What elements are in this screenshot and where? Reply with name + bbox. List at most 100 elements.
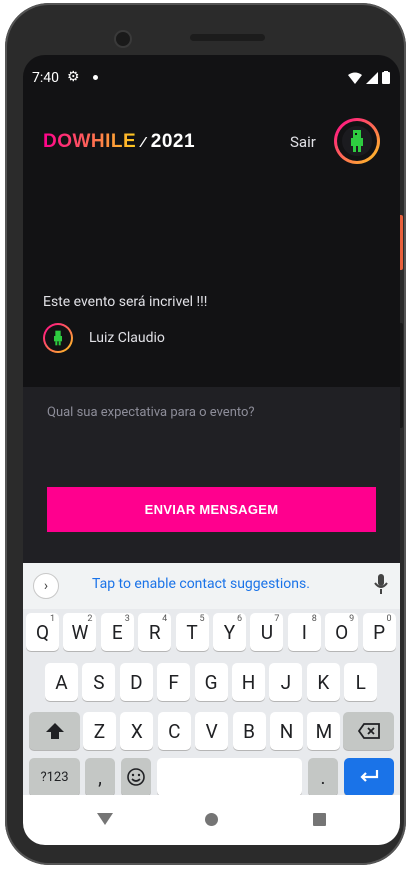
enter-key[interactable] bbox=[344, 758, 394, 796]
backspace-key[interactable] bbox=[343, 712, 394, 750]
key-number-hint: 1 bbox=[49, 614, 55, 624]
key-letter: U bbox=[260, 620, 274, 644]
key-x[interactable]: X bbox=[120, 712, 154, 750]
key-number-hint: 2 bbox=[87, 614, 93, 624]
phone-frame: 7:40 ⚙ DOWHILE ⁄ 2021 Sair Este evento s… bbox=[5, 3, 406, 865]
front-camera bbox=[116, 32, 130, 46]
backspace-icon bbox=[357, 723, 380, 739]
earpiece-speaker bbox=[190, 34, 265, 41]
key-number-hint: 5 bbox=[199, 614, 205, 624]
message-text: Este evento será incrivel !!! bbox=[43, 294, 208, 310]
key-y[interactable]: Y6 bbox=[213, 613, 246, 651]
comma-key[interactable]: , bbox=[85, 758, 115, 796]
space-key[interactable] bbox=[157, 758, 302, 796]
shift-key[interactable] bbox=[29, 712, 80, 750]
key-j[interactable]: J bbox=[269, 663, 303, 701]
key-i[interactable]: I8 bbox=[287, 613, 321, 651]
key-number-hint: 7 bbox=[274, 614, 280, 624]
key-number-hint: 4 bbox=[162, 614, 168, 624]
status-icons bbox=[348, 71, 390, 84]
key-t[interactable]: T5 bbox=[175, 613, 209, 651]
key-n[interactable]: N bbox=[270, 712, 303, 750]
logo-year: 2021 bbox=[150, 131, 196, 152]
key-letter: W bbox=[71, 620, 89, 644]
key-letter: P bbox=[373, 620, 386, 644]
key-h[interactable]: H bbox=[232, 663, 265, 701]
send-message-button[interactable]: ENVIAR MENSAGEM bbox=[47, 487, 376, 532]
pixel-character-icon bbox=[54, 330, 62, 346]
key-r[interactable]: R4 bbox=[138, 613, 172, 651]
emoji-icon bbox=[127, 768, 145, 786]
user-avatar[interactable] bbox=[334, 118, 380, 164]
notification-dot-icon bbox=[93, 75, 98, 80]
message-input[interactable]: Qual sua expectativa para o evento? bbox=[47, 405, 377, 465]
avatar-inner bbox=[337, 121, 377, 161]
key-row-2: ASDFGHJKL bbox=[23, 663, 400, 705]
key-b[interactable]: B bbox=[232, 712, 266, 750]
message-author: Luiz Claudio bbox=[43, 323, 165, 353]
author-name: Luiz Claudio bbox=[89, 330, 165, 346]
key-number-hint: 8 bbox=[311, 614, 317, 624]
logo-slash-icon: ⁄ bbox=[142, 134, 146, 151]
key-letter: E bbox=[111, 620, 123, 644]
soft-keyboard: › Tap to enable contact suggestions. Q1W… bbox=[23, 563, 400, 796]
key-l[interactable]: L bbox=[344, 663, 378, 701]
key-g[interactable]: G bbox=[194, 663, 228, 701]
logo-text: DOWHILE bbox=[43, 131, 137, 152]
key-letter: O bbox=[335, 620, 349, 644]
key-m[interactable]: M bbox=[307, 712, 341, 750]
dowhile-logo: DOWHILE ⁄ 2021 bbox=[43, 131, 195, 153]
recent-apps-icon[interactable] bbox=[313, 813, 326, 826]
avatar-image bbox=[342, 126, 372, 156]
enter-arrow-icon bbox=[360, 770, 379, 782]
screen: 7:40 ⚙ DOWHILE ⁄ 2021 Sair Este evento s… bbox=[23, 55, 400, 845]
key-number-hint: 6 bbox=[236, 614, 242, 624]
navigation-bar bbox=[23, 795, 400, 845]
period-key[interactable]: . bbox=[308, 758, 338, 796]
key-k[interactable]: K bbox=[306, 663, 340, 701]
author-avatar bbox=[43, 323, 73, 353]
back-icon[interactable] bbox=[97, 813, 113, 825]
key-u[interactable]: U7 bbox=[250, 613, 284, 651]
settings-gear-icon: ⚙ bbox=[67, 69, 80, 85]
home-icon[interactable] bbox=[205, 813, 218, 826]
chevron-right-icon[interactable]: › bbox=[33, 573, 59, 599]
key-letter: I bbox=[301, 620, 307, 644]
key-row-1: Q1W2E3R4T5Y6U7I8O9P0 bbox=[23, 613, 400, 655]
battery-icon bbox=[382, 71, 390, 84]
key-w[interactable]: W2 bbox=[63, 613, 97, 651]
key-c[interactable]: C bbox=[157, 712, 191, 750]
key-z[interactable]: Z bbox=[83, 712, 116, 750]
key-a[interactable]: A bbox=[45, 663, 78, 701]
key-number-hint: 9 bbox=[349, 614, 355, 624]
key-number-hint: 0 bbox=[386, 614, 392, 624]
author-avatar-inner bbox=[45, 325, 71, 351]
key-letter: Q bbox=[35, 620, 50, 644]
key-d[interactable]: D bbox=[119, 663, 153, 701]
status-bar: 7:40 ⚙ bbox=[23, 55, 400, 99]
key-e[interactable]: E3 bbox=[100, 613, 134, 651]
key-row-3: ZXCVBNM bbox=[23, 712, 400, 754]
wifi-icon bbox=[348, 72, 362, 84]
signout-button[interactable]: Sair bbox=[290, 133, 316, 151]
key-f[interactable]: F bbox=[157, 663, 191, 701]
key-o[interactable]: O9 bbox=[325, 613, 359, 651]
symbols-key[interactable]: ?123 bbox=[29, 758, 80, 796]
status-time: 7:40 bbox=[32, 70, 59, 86]
key-s[interactable]: S bbox=[82, 663, 116, 701]
signal-icon bbox=[366, 71, 378, 84]
key-number-hint: 3 bbox=[124, 614, 130, 624]
key-p[interactable]: P0 bbox=[362, 613, 396, 651]
message-form: Qual sua expectativa para o evento? ENVI… bbox=[23, 387, 400, 563]
key-row-4: ?123 , . bbox=[23, 758, 400, 800]
suggestion-strip: › Tap to enable contact suggestions. bbox=[23, 563, 400, 609]
key-letter: R bbox=[148, 620, 161, 644]
key-v[interactable]: V bbox=[195, 712, 229, 750]
key-letter: T bbox=[186, 620, 198, 644]
key-letter: Y bbox=[223, 620, 236, 644]
microphone-icon[interactable] bbox=[374, 574, 388, 594]
emoji-key[interactable] bbox=[121, 758, 151, 796]
key-q[interactable]: Q1 bbox=[26, 613, 59, 651]
contact-suggestions-link[interactable]: Tap to enable contact suggestions. bbox=[92, 576, 310, 592]
pixel-character-icon bbox=[351, 130, 363, 152]
